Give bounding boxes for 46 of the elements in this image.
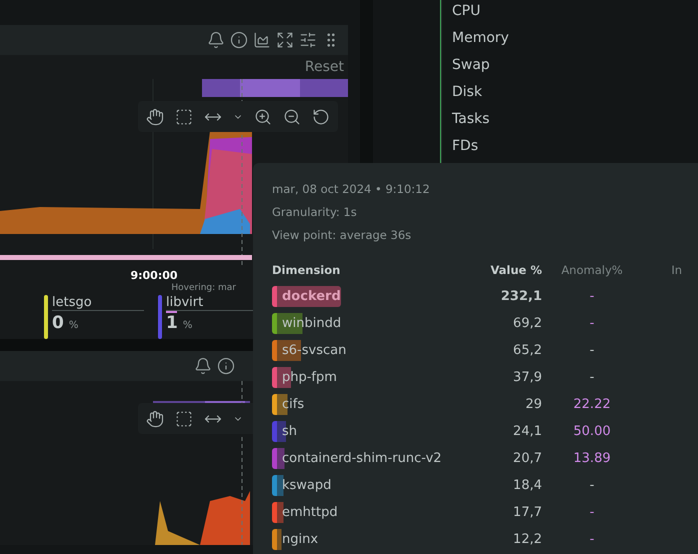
menu-item[interactable]: Tasks [452,111,509,130]
timestamp: mar, 08 oct 2024 • 9:10:12 [272,182,431,196]
anomaly-cell-text: 50.00 [572,424,612,439]
dimension-name: s6-svscan [272,340,346,361]
anomaly-cell-text: - [588,316,596,331]
value-cell-text: 29 [524,397,542,412]
column-header: Dimension [272,263,342,279]
menu-item[interactable]: Swap [452,57,509,76]
menu-item[interactable]: CPU [452,3,509,22]
anomaly-cell-text: - [588,532,596,547]
column-header: Value % [490,263,542,279]
value-cell-text: 12,2 [512,532,542,547]
value-cell-text: 65,2 [512,343,542,358]
value-cell-text: 37,9 [512,370,542,385]
anomaly-cell-text: - [588,289,596,304]
column-header: Anomaly% [560,263,624,279]
legend-value: 1 % [166,313,194,333]
legend-name: letsgo [52,295,144,311]
value-cell-text: 17,7 [512,505,542,520]
dimension-name: sh [272,421,298,442]
legend-value: 0 % [52,313,80,333]
hover-text: Hovering: mar [171,283,236,293]
column-header: In [670,263,682,279]
value-cell-text: 24,1 [512,424,542,439]
value-cell-text: 20,7 [512,451,542,466]
dimension-name: winbindd [272,313,342,334]
dimension-name: kswapd [272,475,332,496]
anomaly-cell-text: - [588,370,596,385]
value-cell-text: 18,4 [512,478,542,493]
axis-label: 9:00:00 [130,268,178,282]
anomaly-cell-text: - [588,478,596,493]
granularity-text: Granularity: 1s [272,205,358,219]
anomaly-cell-text: - [588,505,596,520]
value-cell-text: 69,2 [512,316,542,331]
menu-item[interactable]: FDs [452,138,509,157]
value-cell-text: 232,1 [500,289,542,304]
anomaly-cell-text: 13.89 [572,451,612,466]
view-point-text: View point: average 36s [272,228,412,242]
dimension-name: containerd-shim-runc-v2 [272,448,442,469]
menu-item[interactable]: Disk [452,84,509,103]
dimension-name: dockerd [272,286,341,307]
menu-item[interactable]: Memory [452,30,509,49]
anomaly-cell-text: 22.22 [572,397,612,412]
dimension-name: nginx [272,529,318,550]
anomaly-cell-text: - [588,343,596,358]
reset-button[interactable]: Reset [304,59,344,75]
